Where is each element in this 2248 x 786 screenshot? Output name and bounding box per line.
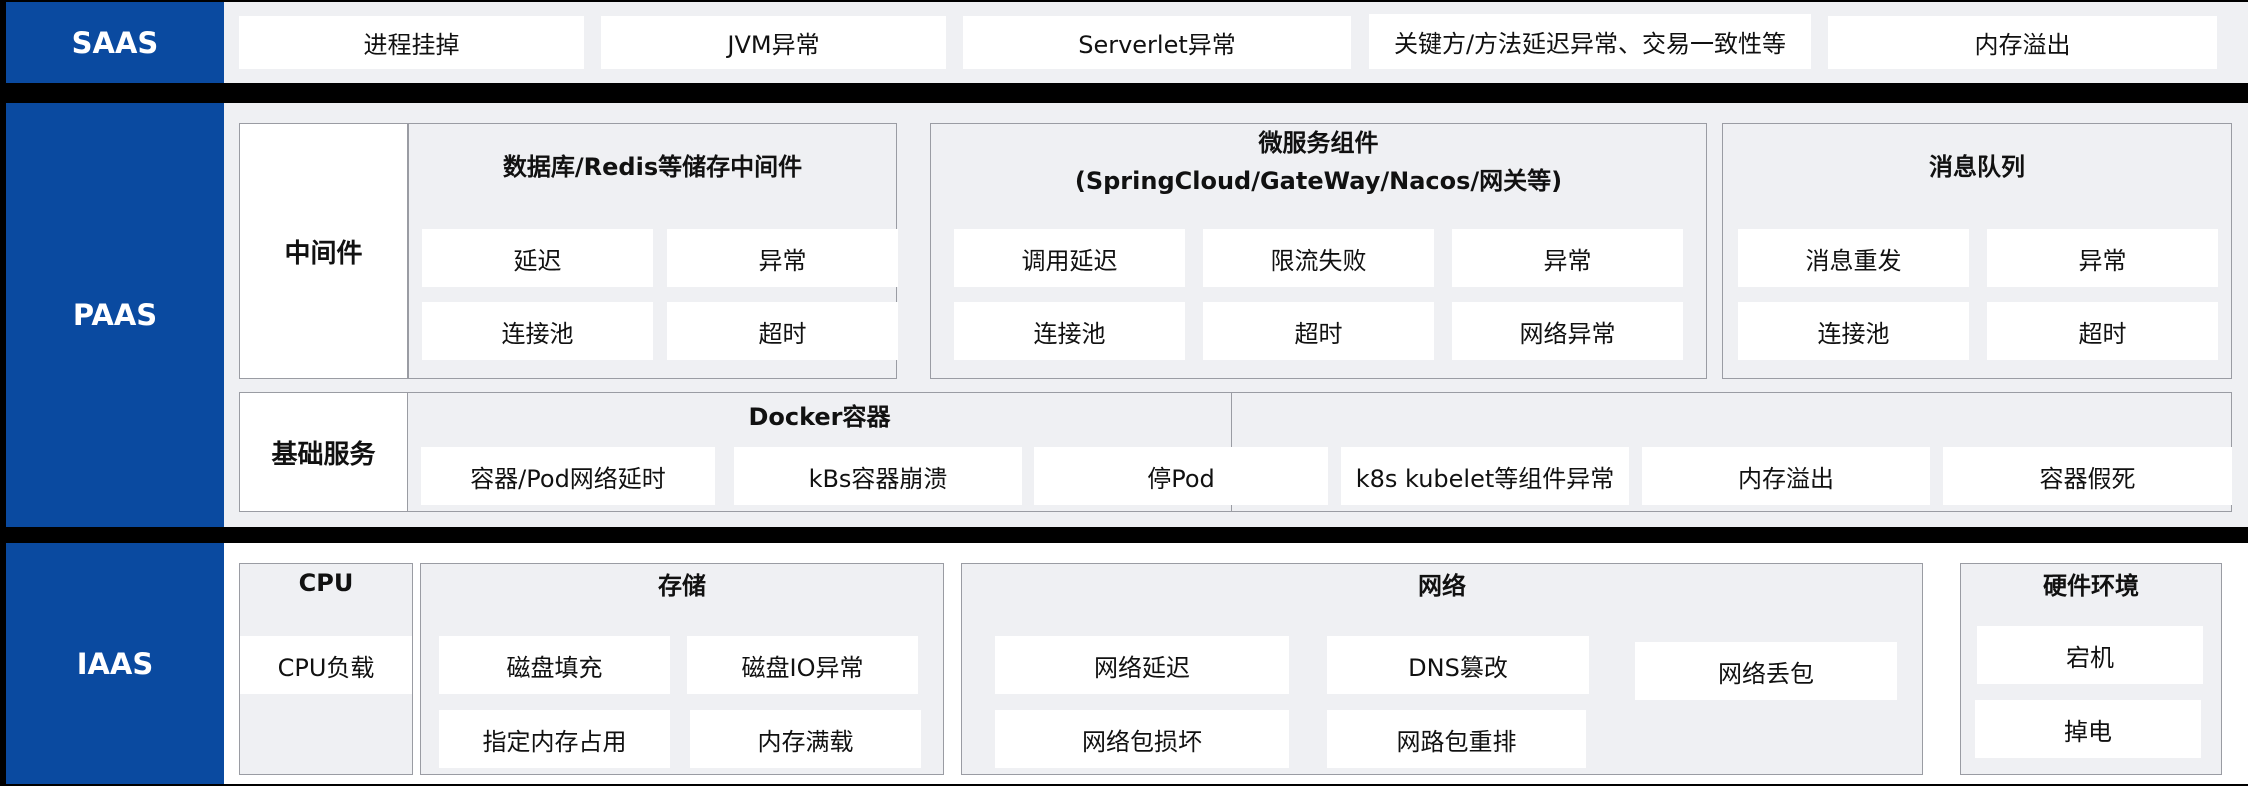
storage-item: 磁盘IO异常 xyxy=(687,636,918,694)
mq-item: 消息重发 xyxy=(1738,229,1969,287)
message-queue-title: 消息队列 xyxy=(1929,153,2025,181)
microservice-item: 异常 xyxy=(1452,229,1683,287)
paas-layer-body: 中间件 数据库/Redis等储存中间件 延迟 异常 连接池 超时 微服务组件 (… xyxy=(224,103,2248,527)
saas-item: 进程挂掉 xyxy=(239,16,584,69)
microservice-item: 超时 xyxy=(1203,302,1434,360)
microservice-title-line1: 微服务组件 xyxy=(1258,129,1379,157)
cpu-item: CPU负载 xyxy=(240,636,412,694)
iaas-layer-body: CPU CPU负载 存储 磁盘填充 磁盘IO异常 指定内存占用 内存满载 网络 … xyxy=(224,543,2248,784)
hardware-item: 宕机 xyxy=(1977,626,2203,684)
middleware-label: 中间件 xyxy=(239,123,408,379)
network-item: 网络包损坏 xyxy=(995,710,1289,768)
saas-layer-body: 进程挂掉 JVM异常 Serverlet异常 关键方/方法延迟异常、交易一致性等… xyxy=(224,2,2248,83)
storage-item: 磁盘填充 xyxy=(439,636,670,694)
saas-item: 内存溢出 xyxy=(1828,16,2217,69)
cpu-title: CPU xyxy=(298,569,354,597)
paas-layer-label: PAAS xyxy=(6,103,224,527)
storage-item: 内存满载 xyxy=(690,710,921,768)
db-item: 超时 xyxy=(667,302,898,360)
microservice-item: 网络异常 xyxy=(1452,302,1683,360)
microservice-box: 微服务组件 (SpringCloud/GateWay/Nacos/网关等) 调用… xyxy=(930,123,1707,379)
iaas-layer-label: IAAS xyxy=(6,543,224,784)
cpu-box: CPU CPU负载 xyxy=(239,563,413,775)
db-item: 连接池 xyxy=(422,302,653,360)
microservice-item: 限流失败 xyxy=(1203,229,1434,287)
db-item: 延迟 xyxy=(422,229,653,287)
docker-item: 容器假死 xyxy=(1943,447,2232,505)
network-item: 网络丢包 xyxy=(1635,642,1897,700)
hardware-item: 掉电 xyxy=(1975,700,2201,758)
docker-item: k8s kubelet等组件异常 xyxy=(1341,447,1629,505)
saas-item: Serverlet异常 xyxy=(963,16,1351,69)
docker-item: kBs容器崩溃 xyxy=(734,447,1022,505)
network-item: DNS篡改 xyxy=(1327,636,1589,694)
microservice-title-line2: (SpringCloud/GateWay/Nacos/网关等) xyxy=(1074,167,1563,195)
db-middleware-title: 数据库/Redis等储存中间件 xyxy=(502,153,803,181)
saas-layer: SAAS 进程挂掉 JVM异常 Serverlet异常 关键方/方法延迟异常、交… xyxy=(6,2,2248,83)
docker-item: 内存溢出 xyxy=(1642,447,1930,505)
storage-box: 存储 磁盘填充 磁盘IO异常 指定内存占用 内存满载 xyxy=(420,563,944,775)
message-queue-box: 消息队列 消息重发 异常 连接池 超时 xyxy=(1722,123,2232,379)
mq-item: 超时 xyxy=(1987,302,2218,360)
saas-layer-label: SAAS xyxy=(6,2,224,83)
saas-item: 关键方/方法延迟异常、交易一致性等 xyxy=(1369,14,1811,69)
storage-item: 指定内存占用 xyxy=(439,710,670,768)
microservice-item: 连接池 xyxy=(954,302,1185,360)
db-middleware-box: 数据库/Redis等储存中间件 延迟 异常 连接池 超时 xyxy=(408,123,898,379)
hardware-box: 硬件环境 宕机 掉电 xyxy=(1960,563,2222,775)
hardware-title: 硬件环境 xyxy=(2043,572,2139,600)
storage-title: 存储 xyxy=(658,572,706,600)
docker-item: 停Pod xyxy=(1034,447,1328,505)
network-box: 网络 网络延迟 DNS篡改 网络丢包 网络包损坏 网路包重排 xyxy=(961,563,1923,775)
base-service-label: 基础服务 xyxy=(239,392,408,512)
mq-item: 异常 xyxy=(1987,229,2218,287)
network-item: 网路包重排 xyxy=(1327,710,1586,768)
microservice-item: 调用延迟 xyxy=(954,229,1185,287)
network-title: 网络 xyxy=(1418,572,1466,600)
iaas-layer: IAAS CPU CPU负载 存储 磁盘填充 磁盘IO异常 指定内存占用 内存满… xyxy=(6,543,2248,784)
saas-item: JVM异常 xyxy=(601,16,946,69)
mq-item: 连接池 xyxy=(1738,302,1969,360)
paas-layer: PAAS 中间件 数据库/Redis等储存中间件 延迟 异常 连接池 超时 微服… xyxy=(6,103,2248,527)
db-item: 异常 xyxy=(667,229,898,287)
docker-item: 容器/Pod网络延时 xyxy=(421,447,715,505)
docker-title: Docker容器 xyxy=(748,403,891,431)
network-item: 网络延迟 xyxy=(995,636,1289,694)
